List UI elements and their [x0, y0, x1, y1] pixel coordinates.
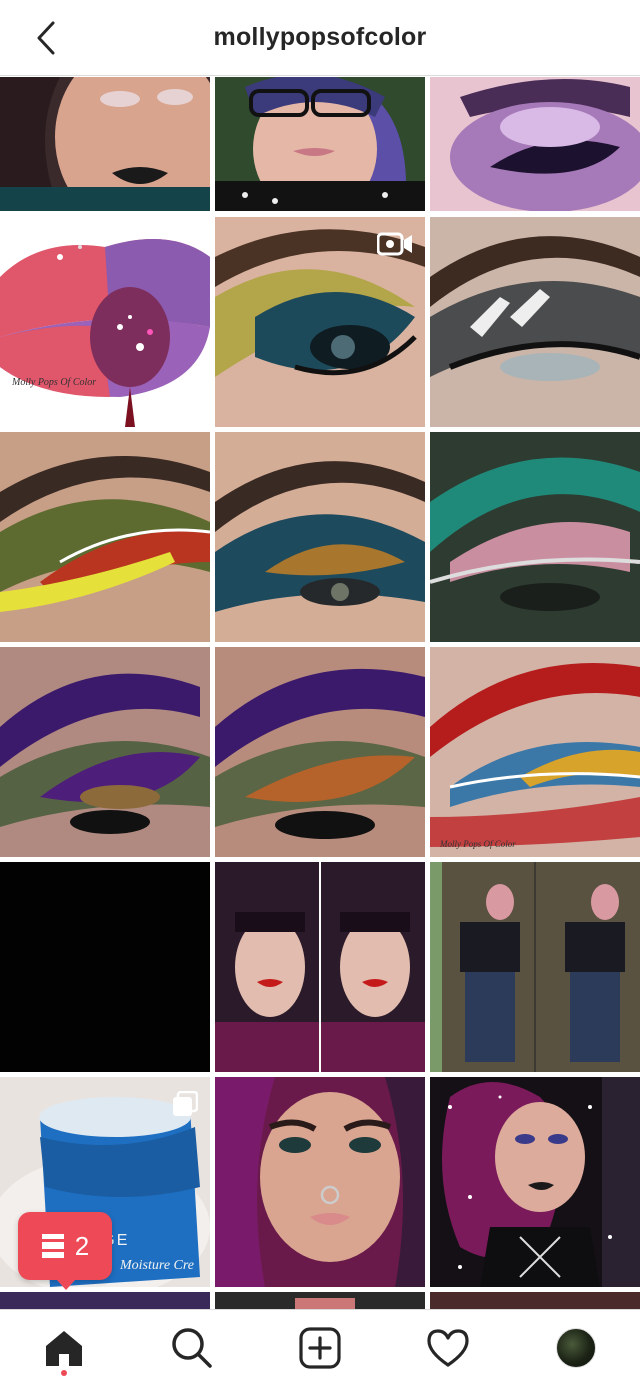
profile-avatar — [556, 1328, 596, 1368]
activity-notification-badge[interactable]: 2 — [18, 1212, 112, 1290]
bottom-navigation — [0, 1309, 640, 1386]
post-tile[interactable] — [215, 862, 425, 1072]
post-image — [0, 1292, 210, 1309]
post-image — [215, 1292, 425, 1309]
post-tile[interactable] — [215, 647, 425, 857]
post-tile[interactable] — [430, 432, 640, 642]
post-image — [430, 217, 640, 427]
post-image — [215, 432, 425, 642]
post-image — [215, 77, 425, 217]
post-tile[interactable] — [215, 217, 425, 427]
post-tile[interactable]: Molly Pops Of Color — [430, 647, 640, 857]
top-bar: mollypopsofcolor — [0, 0, 640, 76]
post-image — [0, 647, 210, 857]
post-image — [430, 1077, 640, 1287]
active-indicator-dot — [61, 1370, 67, 1376]
post-tile[interactable] — [430, 1292, 640, 1309]
plus-square-icon — [299, 1327, 341, 1369]
nav-new-post[interactable] — [288, 1316, 352, 1380]
nav-search[interactable] — [160, 1316, 224, 1380]
post-image — [0, 432, 210, 642]
post-image — [0, 862, 210, 1072]
home-icon — [46, 1331, 82, 1366]
post-tile[interactable] — [0, 647, 210, 857]
post-image — [430, 432, 640, 642]
chevron-left-icon — [37, 21, 55, 55]
nav-home[interactable] — [32, 1316, 96, 1380]
post-image: Molly Pops Of Color — [430, 647, 640, 857]
post-tile[interactable] — [215, 1077, 425, 1287]
product-name: Moisture Cre — [119, 1258, 194, 1273]
post-tile[interactable] — [0, 1292, 210, 1309]
post-tile[interactable] — [215, 432, 425, 642]
search-icon — [172, 1328, 212, 1368]
post-image — [215, 647, 425, 857]
profile-username-title: mollypopsofcolor — [213, 23, 427, 51]
nav-profile[interactable] — [544, 1316, 608, 1380]
back-button[interactable] — [26, 18, 66, 58]
post-image — [430, 77, 640, 212]
video-icon — [377, 232, 412, 256]
post-image — [215, 1077, 425, 1287]
posts-grid: Molly Pops Of Color Molly Pops Of Color … — [0, 77, 640, 1309]
post-image — [430, 1292, 640, 1309]
activity-list-icon — [41, 1234, 64, 1258]
post-image: Molly Pops Of Color — [0, 217, 210, 427]
post-tile[interactable] — [0, 862, 210, 1072]
post-tile[interactable] — [0, 432, 210, 642]
post-image — [0, 77, 210, 232]
carousel-icon — [173, 1091, 198, 1116]
post-tile[interactable] — [430, 217, 640, 427]
heart-icon — [427, 1329, 469, 1367]
svg-text:Molly Pops Of Color: Molly Pops Of Color — [439, 839, 516, 849]
post-tile[interactable] — [430, 1077, 640, 1287]
post-tile[interactable] — [215, 1292, 425, 1309]
post-image — [430, 862, 640, 1072]
notification-count: 2 — [74, 1230, 90, 1261]
post-tile[interactable]: Molly Pops Of Color — [0, 217, 210, 427]
nav-activity[interactable] — [416, 1316, 480, 1380]
post-image — [215, 862, 425, 1072]
post-tile[interactable] — [430, 862, 640, 1072]
svg-text:Molly Pops Of Color: Molly Pops Of Color — [11, 377, 96, 388]
